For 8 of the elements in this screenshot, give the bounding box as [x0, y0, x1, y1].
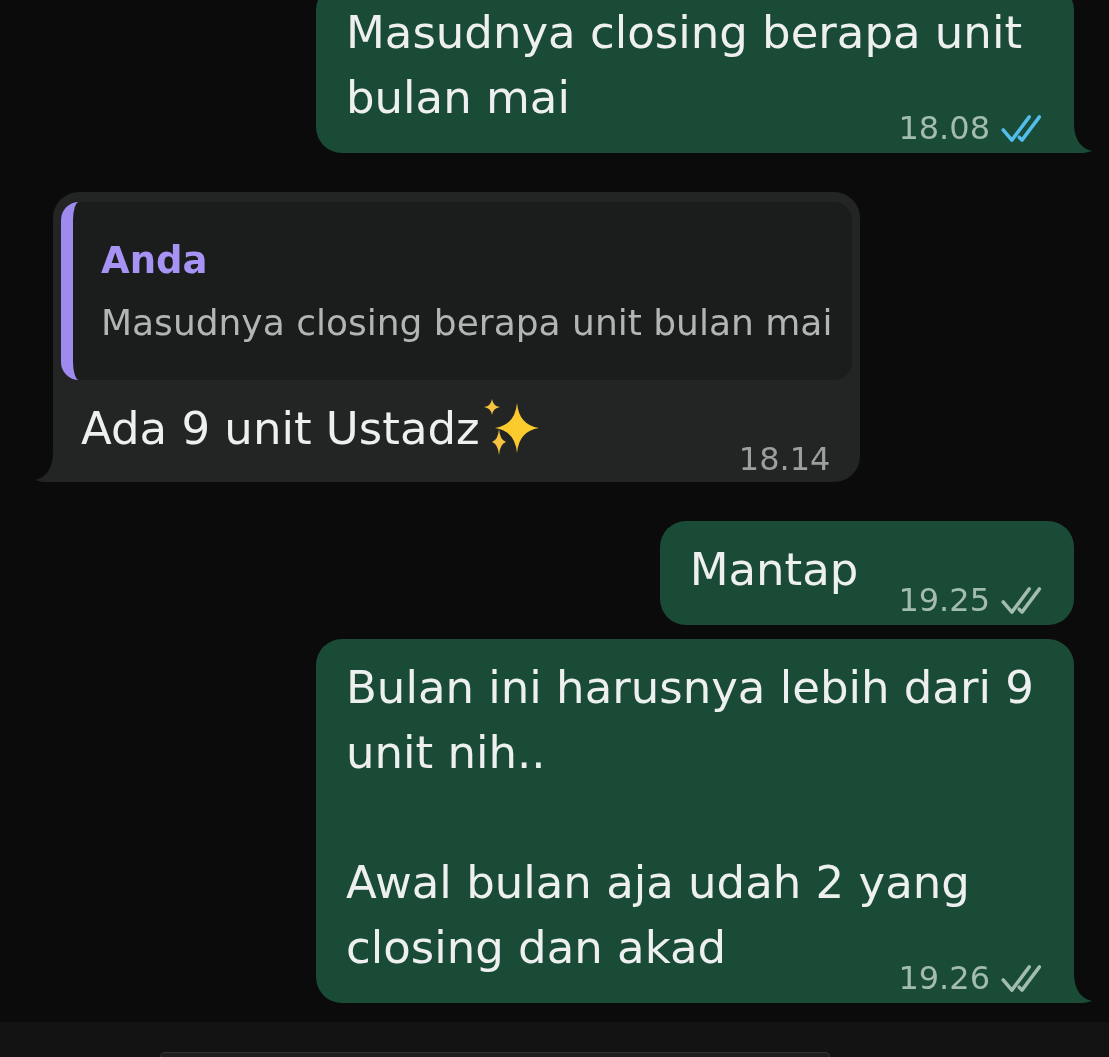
quote-author: Anda	[101, 238, 209, 284]
message-input[interactable]	[160, 1052, 830, 1057]
reply-quote[interactable]: Anda Masudnya closing berapa unit bulan mai	[61, 202, 853, 380]
message-time: 19.25	[898, 583, 990, 617]
message-text: Ada 9 unit Ustadz	[81, 402, 480, 455]
message-time: 18.14	[738, 442, 831, 476]
message-text: Mantap	[689, 543, 859, 596]
quote-text: Masudnya closing berapa unit bulan mai	[101, 301, 833, 345]
